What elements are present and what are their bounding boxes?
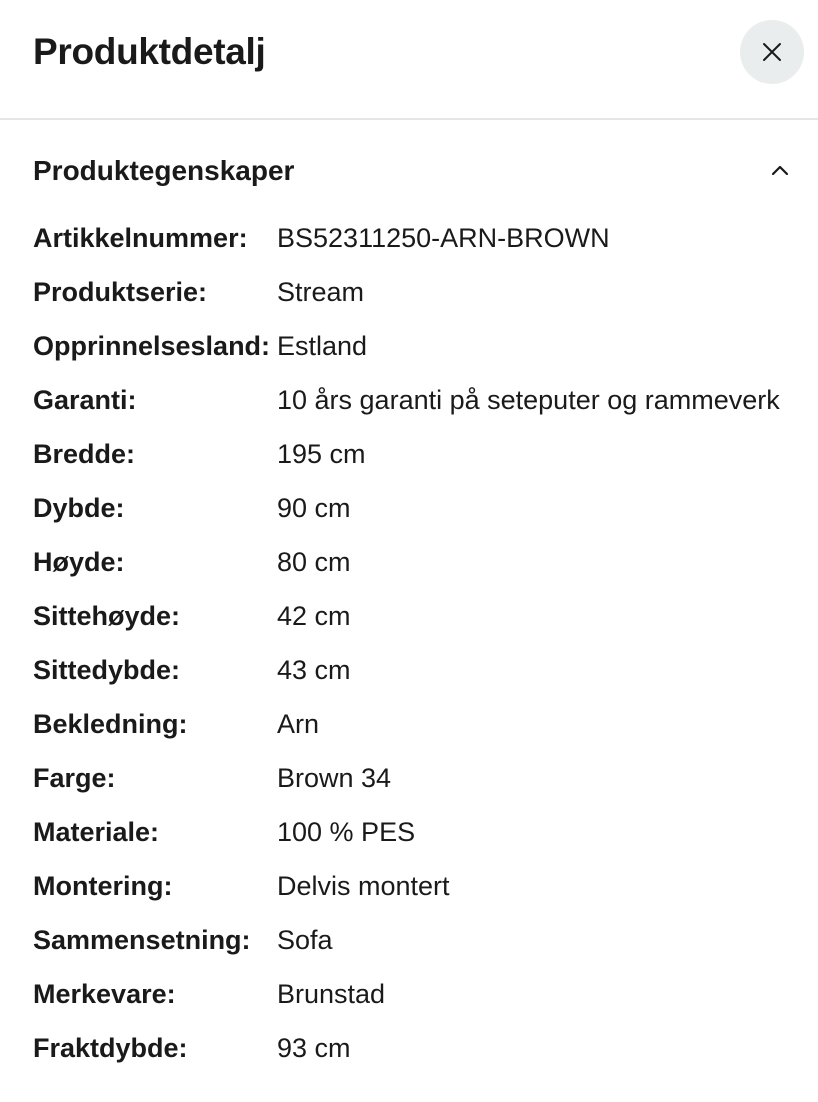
property-label: Montering: <box>33 871 173 901</box>
section-title: Produktegenskaper <box>33 155 295 186</box>
property-row-sittehoyde: Sittehøyde: 42 cm <box>33 589 803 643</box>
property-row-bredde: Bredde: 195 cm <box>33 427 803 481</box>
property-list: Artikkelnummer: BS52311250-ARN-BROWN Pro… <box>33 211 803 1075</box>
property-row-fraktdybde: Fraktdybde: 93 cm <box>33 1021 803 1075</box>
property-row-produktserie: Produktserie: Stream <box>33 265 803 319</box>
property-row-sammensetning: Sammensetning: Sofa <box>33 913 803 967</box>
property-value: 195 cm <box>277 439 366 469</box>
property-label: Merkevare: <box>33 979 176 1009</box>
property-row-garanti: Garanti: 10 års garanti på seteputer og … <box>33 373 803 427</box>
chevron-up-icon <box>768 159 792 183</box>
property-label: Farge: <box>33 763 116 793</box>
property-value: Estland <box>277 331 368 361</box>
property-label: Produktserie: <box>33 277 208 307</box>
property-row-artikkelnummer: Artikkelnummer: BS52311250-ARN-BROWN <box>33 211 803 265</box>
property-row-merkevare: Merkevare: Brunstad <box>33 967 803 1021</box>
property-label: Garanti: <box>33 385 137 415</box>
dialog-header: Produktdetalj <box>0 0 818 120</box>
section-toggle-produktegenskaper[interactable]: Produktegenskaper <box>0 140 818 202</box>
property-value: Delvis montert <box>277 871 450 901</box>
property-label: Opprinnelsesland: <box>33 331 271 361</box>
property-label: Bredde: <box>33 439 136 469</box>
close-icon <box>761 41 783 63</box>
property-value: 90 cm <box>277 493 351 523</box>
property-label: Dybde: <box>33 493 125 523</box>
property-value: 43 cm <box>277 655 351 685</box>
property-value: 93 cm <box>277 1033 351 1063</box>
property-value: Stream <box>277 277 365 307</box>
property-value: 80 cm <box>277 547 351 577</box>
property-row-farge: Farge: Brown 34 <box>33 751 803 805</box>
property-value: Arn <box>277 709 320 739</box>
property-row-montering: Montering: Delvis montert <box>33 859 803 913</box>
property-row-materiale: Materiale: 100 % PES <box>33 805 803 859</box>
property-row-dybde: Dybde: 90 cm <box>33 481 803 535</box>
property-row-hoyde: Høyde: 80 cm <box>33 535 803 589</box>
property-label: Sammensetning: <box>33 925 251 955</box>
property-value: Sofa <box>277 925 333 955</box>
property-label: Fraktdybde: <box>33 1033 188 1063</box>
page-title: Produktdetalj <box>33 31 266 72</box>
property-label: Sittedybde: <box>33 655 181 685</box>
property-value: 10 års garanti på seteputer og rammeverk <box>277 385 780 415</box>
property-label: Materiale: <box>33 817 160 847</box>
close-button[interactable] <box>740 20 804 84</box>
property-row-sittedybde: Sittedybde: 43 cm <box>33 643 803 697</box>
property-row-opprinnelsesland: Opprinnelsesland: Estland <box>33 319 803 373</box>
property-label: Artikkelnummer: <box>33 223 248 253</box>
property-value: BS52311250-ARN-BROWN <box>277 223 610 253</box>
property-value: 100 % PES <box>277 817 416 847</box>
property-value: Brown 34 <box>277 763 392 793</box>
property-row-bekledning: Bekledning: Arn <box>33 697 803 751</box>
property-value: 42 cm <box>277 601 351 631</box>
property-label: Høyde: <box>33 547 125 577</box>
property-label: Bekledning: <box>33 709 188 739</box>
property-value: Brunstad <box>277 979 386 1009</box>
property-label: Sittehøyde: <box>33 601 181 631</box>
